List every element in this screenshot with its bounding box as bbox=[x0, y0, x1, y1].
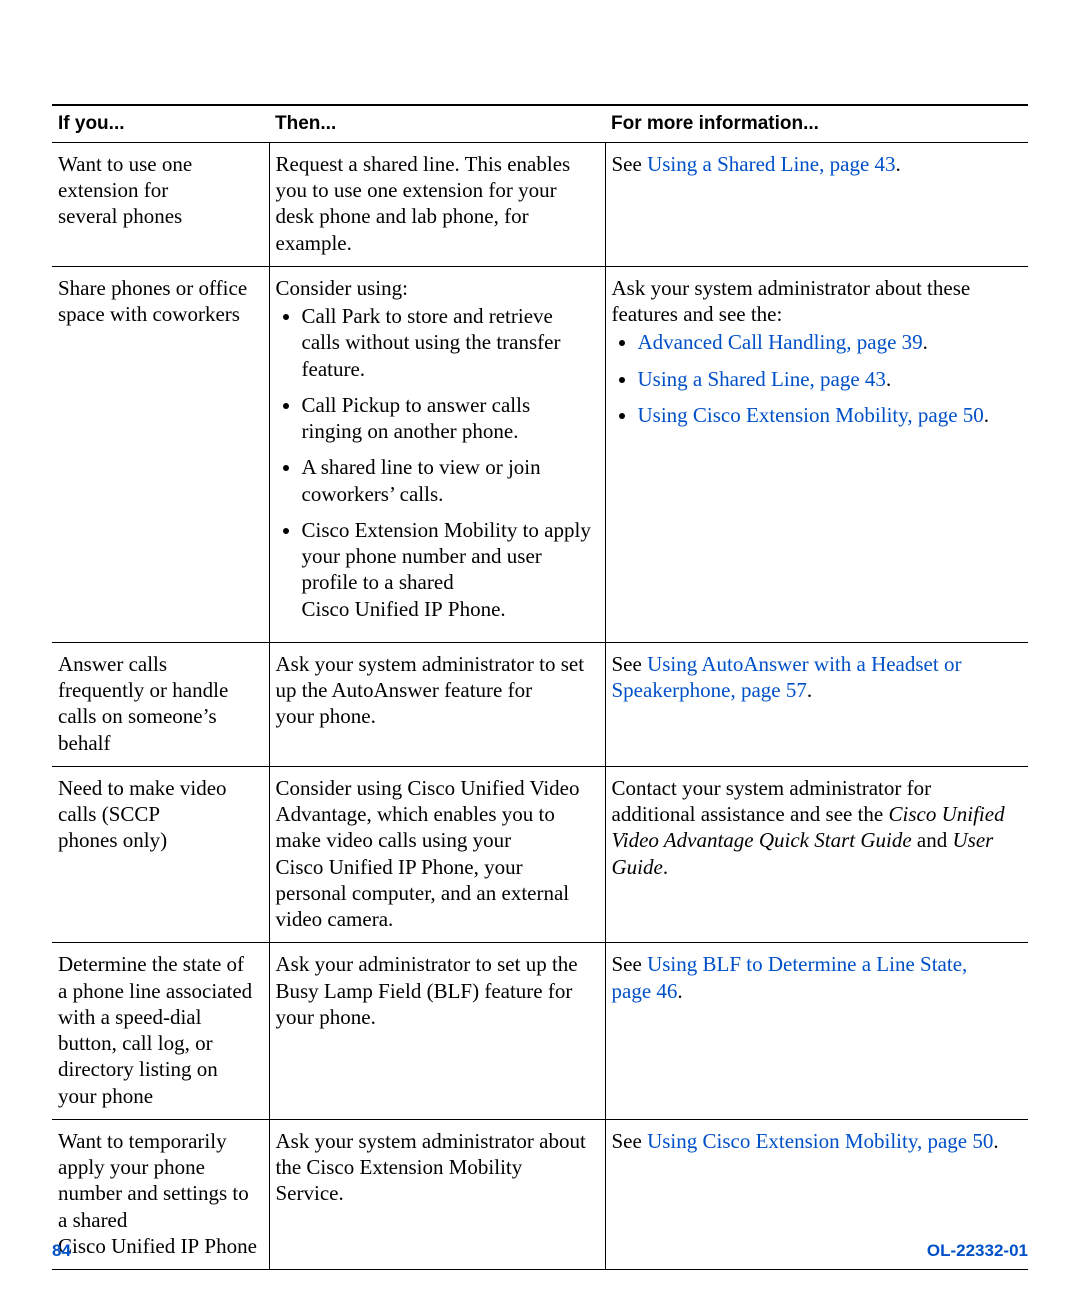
column-header-then: Then... bbox=[269, 105, 605, 142]
table-row: Need to make video calls (SCCP phones on… bbox=[52, 766, 1028, 943]
link-blf[interactable]: Using BLF to Determine a Line State, pag… bbox=[612, 952, 968, 1002]
link-suffix: . bbox=[886, 367, 891, 391]
link-suffix: . bbox=[984, 403, 989, 427]
table-row: Answer calls frequently or handle calls … bbox=[52, 642, 1028, 766]
cell-if-you: Share phones or office space with cowork… bbox=[52, 266, 269, 642]
more-rich-post: . bbox=[663, 855, 668, 879]
cell-then: Consider using: Call Park to store and r… bbox=[269, 266, 605, 642]
cell-then: Request a shared line. This enables you … bbox=[269, 142, 605, 266]
list-item: Advanced Call Handling, page 39. bbox=[638, 329, 1019, 355]
cell-more-info: Ask your system administrator about thes… bbox=[605, 266, 1028, 642]
see-prefix: See bbox=[612, 1129, 648, 1153]
cell-if-you: Answer calls frequently or handle calls … bbox=[52, 642, 269, 766]
list-item: Using Cisco Extension Mobility, page 50. bbox=[638, 402, 1019, 428]
list-item: Using a Shared Line, page 43. bbox=[638, 366, 1019, 392]
page-number: 84 bbox=[52, 1240, 71, 1261]
then-bullet-list: Call Park to store and retrieve calls wi… bbox=[276, 303, 595, 622]
more-rich-pre: Contact your system administrator for ad… bbox=[612, 776, 932, 826]
cell-then: Consider using Cisco Unified Video Advan… bbox=[269, 766, 605, 943]
list-item: Call Park to store and retrieve calls wi… bbox=[302, 303, 595, 382]
cell-then: Ask your system administrator to set up … bbox=[269, 642, 605, 766]
link-suffix: . bbox=[677, 979, 682, 1003]
table-row: Determine the state of a phone line asso… bbox=[52, 943, 1028, 1120]
link-suffix: . bbox=[993, 1129, 998, 1153]
link-suffix: . bbox=[896, 152, 901, 176]
link-extension-mobility[interactable]: Using Cisco Extension Mobility, page 50 bbox=[647, 1129, 993, 1153]
cell-if-you: Need to make video calls (SCCP phones on… bbox=[52, 766, 269, 943]
cell-more-info: Contact your system administrator for ad… bbox=[605, 766, 1028, 943]
cell-if-you: Determine the state of a phone line asso… bbox=[52, 943, 269, 1120]
more-intro: Ask your system administrator about thes… bbox=[612, 275, 1019, 328]
link-extension-mobility[interactable]: Using Cisco Extension Mobility, page 50 bbox=[638, 403, 984, 427]
see-prefix: See bbox=[612, 152, 648, 176]
document-id: OL-22332-01 bbox=[927, 1240, 1028, 1261]
link-shared-line[interactable]: Using a Shared Line, page 43 bbox=[647, 152, 895, 176]
then-intro: Consider using: bbox=[276, 275, 595, 301]
cell-more-info: See Using a Shared Line, page 43. bbox=[605, 142, 1028, 266]
cell-more-info: See Using AutoAnswer with a Headset or S… bbox=[605, 642, 1028, 766]
cell-then: Ask your administrator to set up the Bus… bbox=[269, 943, 605, 1120]
link-autoanswer[interactable]: Using AutoAnswer with a Headset or Speak… bbox=[612, 652, 962, 702]
column-header-more-info: For more information... bbox=[605, 105, 1028, 142]
column-header-if-you: If you... bbox=[52, 105, 269, 142]
list-item: Call Pickup to answer calls ringing on a… bbox=[302, 392, 595, 445]
link-suffix: . bbox=[807, 678, 812, 702]
list-item: Cisco Extension Mobility to apply your p… bbox=[302, 517, 595, 622]
list-item: A shared line to view or join coworkers’… bbox=[302, 454, 595, 507]
cell-more-info: See Using BLF to Determine a Line State,… bbox=[605, 943, 1028, 1120]
page-footer: 84 OL-22332-01 bbox=[52, 1240, 1028, 1261]
table-row: Share phones or office space with cowork… bbox=[52, 266, 1028, 642]
reference-table: If you... Then... For more information..… bbox=[52, 104, 1028, 1270]
more-link-list: Advanced Call Handling, page 39. Using a… bbox=[612, 329, 1019, 428]
link-shared-line[interactable]: Using a Shared Line, page 43 bbox=[638, 367, 886, 391]
cell-if-you: Want to use one extension for several ph… bbox=[52, 142, 269, 266]
document-page: If you... Then... For more information..… bbox=[0, 0, 1080, 1311]
table-row: Want to use one extension for several ph… bbox=[52, 142, 1028, 266]
link-advanced-call-handling[interactable]: Advanced Call Handling, page 39 bbox=[638, 330, 923, 354]
see-prefix: See bbox=[612, 652, 648, 676]
link-suffix: . bbox=[923, 330, 928, 354]
table-header-row: If you... Then... For more information..… bbox=[52, 105, 1028, 142]
more-rich-mid: and bbox=[912, 828, 953, 852]
see-prefix: See bbox=[612, 952, 648, 976]
